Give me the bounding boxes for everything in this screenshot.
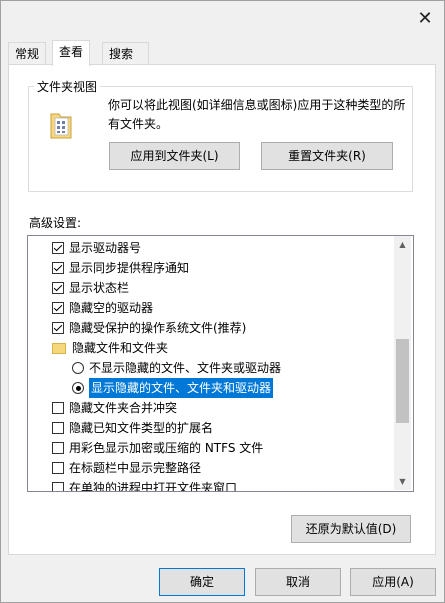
close-button[interactable]: ✕	[410, 6, 440, 30]
advanced-settings-label: 高级设置:	[29, 216, 82, 230]
tree-item-show-hidden[interactable]: 显示隐藏的文件、文件夹和驱动器	[72, 377, 275, 399]
tree-item-hide-protected-os-files[interactable]: 隐藏受保护的操作系统文件(推荐)	[52, 318, 246, 338]
restore-defaults-button[interactable]: 还原为默认值(D)	[291, 515, 411, 543]
tab-label: 查看	[59, 45, 84, 59]
checkbox[interactable]	[52, 422, 64, 434]
radio-button[interactable]	[72, 382, 84, 394]
tree-item-label: 显示驱动器号	[69, 241, 142, 255]
scroll-thumb[interactable]	[396, 339, 409, 423]
tree-item-label: 显示同步提供程序通知	[69, 261, 190, 275]
tab-label: 搜索	[109, 47, 134, 61]
checkbox[interactable]	[52, 282, 64, 294]
tree-item-separate-process[interactable]: 在单独的进程中打开文件夹窗口	[52, 478, 238, 492]
tree-item-label: 不显示隐藏的文件、文件夹或驱动器	[89, 361, 282, 375]
tree-item-hide-merge-conflicts[interactable]: 隐藏文件夹合并冲突	[52, 398, 177, 418]
tree-item-label: 隐藏文件和文件夹	[72, 341, 169, 355]
tree-item-label: 用彩色显示加密或压缩的 NTFS 文件	[69, 441, 264, 455]
tree-item-label: 在标题栏中显示完整路径	[69, 461, 202, 475]
tab-view[interactable]: 查看	[52, 40, 91, 66]
checkbox[interactable]	[52, 322, 64, 334]
radio-button[interactable]	[72, 362, 84, 374]
advanced-settings-tree[interactable]: 显示驱动器号 显示同步提供程序通知 显示状态栏 隐藏空的驱动器 隐藏受保护的操作…	[27, 235, 414, 492]
tree-item-show-status-bar[interactable]: 显示状态栏	[52, 278, 129, 298]
folder-views-title: 文件夹视图	[34, 78, 101, 95]
checkbox[interactable]	[52, 302, 64, 314]
tab-general[interactable]: 常规	[8, 42, 47, 65]
tree-item-show-drive-letters[interactable]: 显示驱动器号	[52, 238, 141, 258]
tree-scrollbar[interactable]: ▲ ▼	[394, 236, 411, 490]
tree-item-sync-provider-notifications[interactable]: 显示同步提供程序通知	[52, 258, 189, 278]
apply-button[interactable]: 应用(A)	[350, 568, 436, 596]
apply-to-folders-button[interactable]: 应用到文件夹(L)	[109, 142, 240, 170]
tab-label: 常规	[15, 47, 40, 61]
tree-item-label: 显示隐藏的文件、文件夹和驱动器	[87, 377, 275, 399]
folder-views-description: 你可以将此视图(如详细信息或图标)应用于这种类型的所有文件夹。	[108, 98, 406, 131]
checkbox[interactable]	[52, 482, 64, 491]
tree-item-full-path-title[interactable]: 在标题栏中显示完整路径	[52, 458, 201, 478]
tree-item-label: 隐藏空的驱动器	[69, 301, 154, 315]
checkbox[interactable]	[52, 242, 64, 254]
tree-item-label: 隐藏文件夹合并冲突	[69, 401, 178, 415]
cancel-button[interactable]: 取消	[255, 568, 341, 596]
tree-item-hidden-files-folder: 隐藏文件和文件夹	[52, 338, 168, 358]
reset-folders-button[interactable]: 重置文件夹(R)	[261, 142, 393, 170]
tree-item-label: 隐藏已知文件类型的扩展名	[69, 421, 214, 435]
tree-item-hide-empty-drives[interactable]: 隐藏空的驱动器	[52, 298, 153, 318]
checkbox[interactable]	[52, 442, 64, 454]
tree-item-label: 隐藏受保护的操作系统文件(推荐)	[69, 321, 247, 335]
checkbox[interactable]	[52, 262, 64, 274]
tree-item-label: 显示状态栏	[69, 281, 130, 295]
tab-search[interactable]: 搜索	[102, 42, 149, 65]
scroll-down-icon[interactable]: ▼	[394, 473, 411, 490]
close-icon: ✕	[417, 7, 433, 29]
checkbox[interactable]	[52, 402, 64, 414]
ok-button[interactable]: 确定	[159, 568, 245, 596]
folder-icon	[50, 113, 72, 139]
tree-item-hide-extensions[interactable]: 隐藏已知文件类型的扩展名	[52, 418, 213, 438]
tree-item-color-ntfs[interactable]: 用彩色显示加密或压缩的 NTFS 文件	[52, 438, 263, 458]
scroll-up-icon[interactable]: ▲	[394, 236, 411, 253]
checkbox[interactable]	[52, 462, 64, 474]
tree-item-label: 在单独的进程中打开文件夹窗口	[69, 481, 238, 492]
folder-icon	[52, 342, 66, 354]
tree-item-dont-show-hidden[interactable]: 不显示隐藏的文件、文件夹或驱动器	[72, 358, 281, 378]
